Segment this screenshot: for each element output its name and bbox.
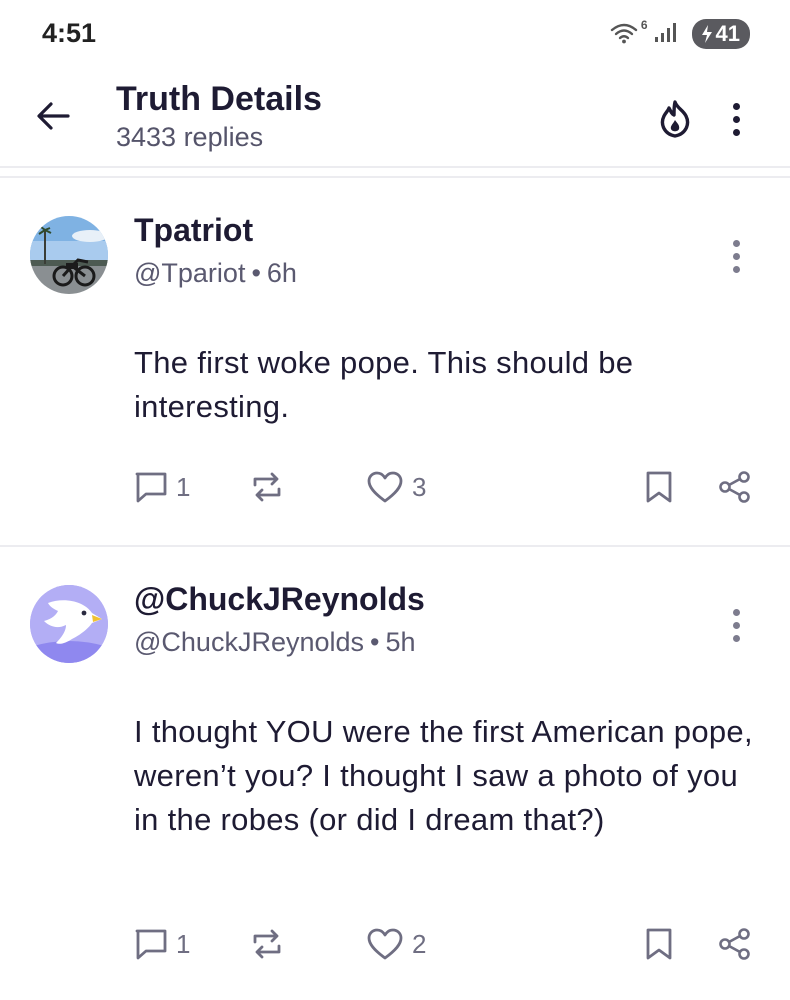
repost-icon	[253, 929, 281, 959]
page-title: Truth Details	[116, 80, 322, 118]
trending-button[interactable]	[652, 96, 698, 142]
post-more-button[interactable]	[722, 234, 750, 278]
charging-bolt-icon	[701, 25, 712, 43]
handle-line: @Tpariot • 6h	[134, 258, 297, 289]
arrow-left-icon	[37, 102, 70, 130]
reply-count: 1	[176, 928, 191, 959]
signal-icon	[654, 21, 680, 48]
app-header: Truth Details 3433 replies	[0, 72, 790, 168]
battery-level: 41	[715, 21, 740, 46]
like-count: 3	[412, 471, 427, 502]
avatar[interactable]	[30, 216, 108, 294]
retruth-button[interactable]	[250, 470, 284, 504]
kebab-menu-icon	[732, 239, 740, 247]
display-name[interactable]: @ChuckJReynolds	[134, 581, 425, 618]
post-text: I thought YOU were the first American po…	[134, 714, 753, 837]
reply-count-subtitle: 3433 replies	[116, 122, 264, 152]
post-more-button[interactable]	[722, 603, 750, 647]
separator: •	[251, 258, 261, 288]
post-time: 6h	[266, 258, 297, 288]
share-icon	[719, 471, 750, 503]
repost-icon	[253, 472, 281, 502]
wifi-icon: 6	[610, 18, 648, 46]
battery-indicator: 41	[691, 19, 750, 49]
user-handle[interactable]: @ChuckJReynolds	[134, 627, 364, 657]
display-name[interactable]: Tpatriot	[134, 212, 253, 249]
post-actions: 1 2	[0, 927, 790, 971]
flame-icon	[660, 100, 690, 138]
kebab-menu-icon	[732, 102, 740, 110]
kebab-menu-icon	[732, 608, 740, 616]
like-button[interactable]: 3	[366, 470, 426, 504]
heart-icon	[367, 928, 403, 960]
bicycle-photo-avatar	[30, 216, 108, 294]
status-time: 4:51	[42, 18, 97, 48]
status-icons: 6 41	[610, 18, 750, 49]
status-bar: 4:51 6 41	[0, 0, 790, 72]
bookmark-button[interactable]	[644, 470, 674, 504]
like-button[interactable]: 2	[366, 927, 426, 961]
post-time: 5h	[385, 627, 416, 657]
back-button[interactable]	[30, 96, 76, 136]
post-actions: 1 3	[0, 470, 790, 514]
like-count: 2	[412, 928, 427, 959]
bookmark-button[interactable]	[644, 927, 674, 961]
post-text: The first woke pope. This should be inte…	[134, 345, 634, 424]
retruth-button[interactable]	[250, 927, 284, 961]
wifi-badge: 6	[640, 18, 648, 32]
reply-post: @ChuckJReynolds @ChuckJReynolds • 5h I tho…	[0, 547, 790, 1000]
header-more-button[interactable]	[722, 96, 750, 142]
share-button[interactable]	[718, 470, 752, 504]
comment-icon	[135, 472, 167, 503]
comment-icon	[135, 929, 167, 960]
header-divider	[0, 166, 790, 168]
reply-count: 1	[176, 471, 191, 502]
reply-post: Tpatriot @Tpariot • 6h The first woke pope…	[0, 178, 790, 545]
eagle-default-avatar	[30, 585, 108, 663]
share-icon	[719, 928, 750, 960]
reply-button[interactable]: 1	[134, 927, 190, 961]
user-handle[interactable]: @Tpariot	[134, 258, 245, 288]
bookmark-icon	[646, 471, 672, 503]
heart-icon	[367, 471, 403, 503]
share-button[interactable]	[718, 927, 752, 961]
handle-line: @ChuckJReynolds • 5h	[134, 627, 416, 658]
bookmark-icon	[646, 928, 672, 960]
separator: •	[370, 627, 380, 657]
avatar[interactable]	[30, 585, 108, 663]
reply-button[interactable]: 1	[134, 470, 190, 504]
